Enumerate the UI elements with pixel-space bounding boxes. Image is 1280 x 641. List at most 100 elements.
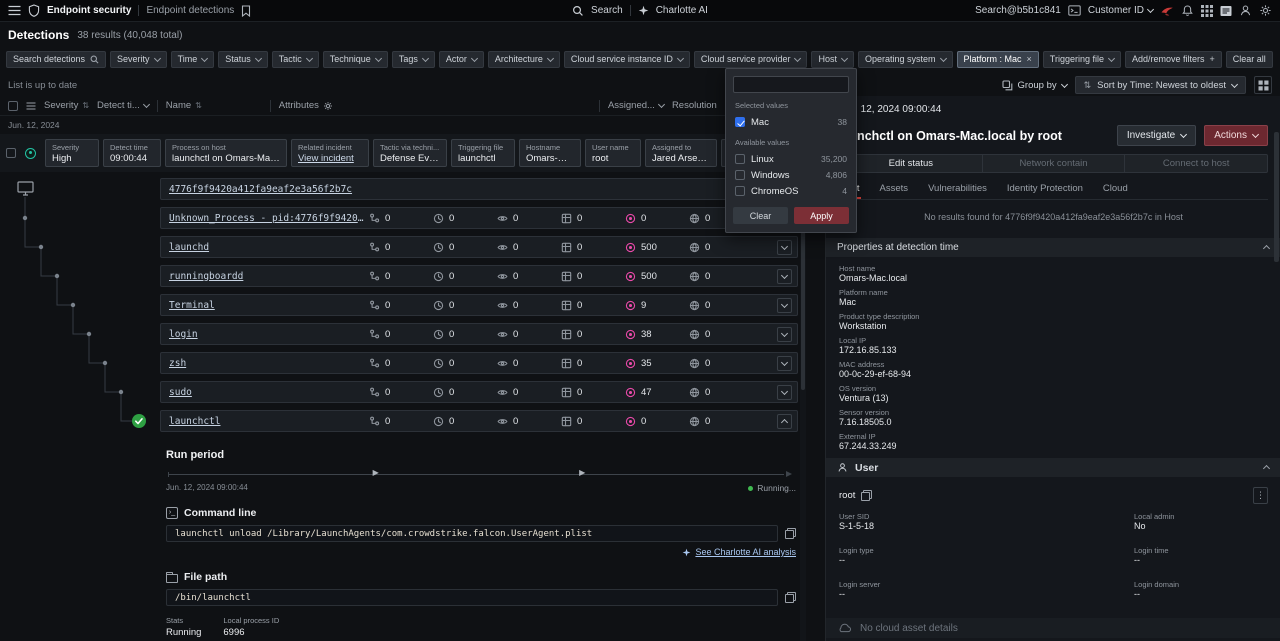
apps-grid-icon[interactable] [1201, 5, 1213, 17]
charlotte-ai-link[interactable]: Charlotte AI [656, 5, 708, 16]
process-row-sudo[interactable]: sudo0000470 [160, 381, 798, 403]
row-menu-icon[interactable] [26, 102, 36, 110]
group-by-control[interactable]: Group by [1002, 80, 1067, 91]
filter-pill-technique[interactable]: Technique [323, 51, 388, 68]
app-title[interactable]: Endpoint security [47, 5, 131, 16]
global-search-link[interactable]: Search [591, 5, 623, 16]
search-detections-filter[interactable]: Search detections [6, 51, 106, 68]
column-severity[interactable]: Severity⇅ [44, 100, 89, 111]
expand-row-button[interactable] [777, 269, 792, 284]
process-name-link[interactable]: login [169, 329, 369, 340]
summary-cell-detect-time[interactable]: Detect time09:00:44 [103, 139, 161, 167]
remove-filter-icon[interactable]: × [1027, 54, 1032, 64]
process-name-link[interactable]: Terminal [169, 300, 369, 311]
summary-cell-user-name[interactable]: User nameroot [585, 139, 641, 167]
select-all-checkbox[interactable] [8, 101, 18, 111]
copy-command-button[interactable] [785, 528, 796, 539]
option-checkbox[interactable] [735, 186, 745, 196]
user-menu-button[interactable]: ⋮ [1253, 487, 1268, 504]
run-period-timeline[interactable]: ▶ ▶ [166, 471, 792, 479]
filter-pill-tactic[interactable]: Tactic [272, 51, 319, 68]
process-row-unknown-process[interactable]: Unknown_Process - pid:4776f9f9420a412fa9… [160, 207, 798, 229]
summary-cell-related-incident[interactable]: Related incidentView incident [291, 139, 369, 167]
sort-control[interactable]: ⇅Sort by Time: Newest to oldest [1075, 76, 1246, 94]
investigate-button[interactable]: Investigate [1117, 125, 1196, 146]
summary-cell-assigned-to[interactable]: Assigned toJared Arsen... [645, 139, 717, 167]
filter-pill-tags[interactable]: Tags [392, 51, 435, 68]
release-notes-icon[interactable] [1220, 5, 1232, 17]
option-checkbox[interactable] [735, 154, 745, 164]
process-name-link[interactable]: Unknown_Process - pid:4776f9f9420a412fa9… [169, 213, 369, 224]
row-checkbox[interactable] [6, 148, 16, 158]
properties-section-header[interactable]: Properties at detection time [826, 238, 1280, 257]
summary-cell-tactic-via-techni[interactable]: Tactic via techni...Defense Eva... [373, 139, 447, 167]
tab-identity-protection[interactable]: Identity Protection [1006, 181, 1084, 199]
customer-id-menu[interactable]: Customer ID [1088, 5, 1153, 16]
console-icon[interactable] [1068, 5, 1081, 16]
action-edit-status[interactable]: Edit status [840, 155, 983, 172]
column-attributes[interactable]: Attributes [279, 100, 333, 111]
filter-pill-cloud-service-provider[interactable]: Cloud service provider [694, 51, 808, 68]
timeline-event-marker[interactable]: ▶ [579, 468, 585, 477]
expand-row-button[interactable] [777, 240, 792, 255]
expand-row-button[interactable] [777, 327, 792, 342]
bookmark-icon[interactable] [241, 5, 251, 17]
filter-pill-severity[interactable]: Severity [110, 51, 167, 68]
charlotte-analysis-link[interactable]: See Charlotte AI analysis [695, 547, 796, 557]
filter-pill-status[interactable]: Status [218, 51, 268, 68]
filter-pill-time[interactable]: Time [171, 51, 215, 68]
collapse-row-button[interactable] [777, 414, 792, 429]
summary-cell-hostname[interactable]: HostnameOmars-Macl... [519, 139, 581, 167]
detail-scrollbar-thumb[interactable] [1274, 132, 1279, 262]
tab-cloud[interactable]: Cloud [1102, 181, 1129, 199]
tab-vulnerabilities[interactable]: Vulnerabilities [927, 181, 988, 199]
expand-row-button[interactable] [777, 298, 792, 313]
falcon-logo-icon[interactable] [1160, 4, 1174, 18]
summary-cell-severity[interactable]: SeverityHigh [45, 139, 99, 167]
search-icon[interactable] [572, 5, 584, 17]
process-row-terminal[interactable]: Terminal000090 [160, 294, 798, 316]
process-name-link[interactable]: runningboardd [169, 271, 369, 282]
process-name-link[interactable]: sudo [169, 387, 369, 398]
clear-button[interactable]: Clear [733, 207, 788, 224]
filter-pill-triggering-file[interactable]: Triggering file [1043, 51, 1121, 68]
option-checkbox[interactable] [735, 170, 745, 180]
column-detect-time[interactable]: Detect ti... [97, 100, 149, 111]
option-checkbox[interactable] [735, 117, 745, 127]
tab-assets[interactable]: Assets [879, 181, 910, 199]
filter-pill-platform-mac-active[interactable]: Platform : Mac× [957, 51, 1039, 68]
platform-option-linux[interactable]: Linux35,200 [733, 151, 849, 167]
breadcrumb[interactable]: Endpoint detections [146, 5, 234, 16]
filter-pill-cloud-service-instance-id[interactable]: Cloud service instance ID [564, 51, 690, 68]
copy-user-button[interactable] [861, 490, 872, 501]
apply-button[interactable]: Apply [794, 207, 849, 224]
view-toggle-button[interactable] [1254, 76, 1272, 94]
summary-cell-process-on-host[interactable]: Process on hostlaunchctl on Omars-Mac.lo… [165, 139, 287, 167]
timeline-event-marker[interactable]: ▶ [373, 468, 379, 477]
user-section-header[interactable]: User [826, 458, 1280, 477]
dropdown-search-input[interactable] [733, 76, 849, 93]
platform-option-mac[interactable]: Mac38 [733, 114, 849, 130]
expand-row-button[interactable] [777, 356, 792, 371]
process-hash-link[interactable]: 4776f9f9420a412fa9eaf2e3a56f2b7c [169, 184, 792, 195]
view-incident-link[interactable]: View incident [298, 153, 362, 164]
column-resolution[interactable]: Resolution [672, 100, 717, 111]
process-row-runningboardd[interactable]: runningboardd00005000 [160, 265, 798, 287]
user-profile-icon[interactable] [1239, 4, 1252, 17]
add-remove-filters-button[interactable]: Add/remove filters+ [1125, 51, 1222, 68]
detection-summary-row[interactable]: SeverityHighDetect time09:00:44Process o… [0, 134, 794, 172]
process-row-launchd[interactable]: launchd00005000 [160, 236, 798, 258]
filter-pill-architecture[interactable]: Architecture [488, 51, 560, 68]
settings-gear-icon[interactable] [1259, 4, 1272, 17]
filter-pill-actor[interactable]: Actor [439, 51, 484, 68]
charlotte-ai-icon[interactable] [638, 5, 649, 16]
platform-option-chromeos[interactable]: ChromeOS4 [733, 183, 849, 199]
copy-file-path-button[interactable] [785, 592, 796, 603]
process-row-zsh[interactable]: zsh0000350 [160, 352, 798, 374]
process-row-hash[interactable]: 4776f9f9420a412fa9eaf2e3a56f2b7c [160, 178, 798, 200]
filter-pill-host[interactable]: Host [811, 51, 854, 68]
column-assigned[interactable]: Assigned... [608, 100, 664, 111]
process-row-login[interactable]: login0000380 [160, 323, 798, 345]
command-line-value[interactable]: launchctl unload /Library/LaunchAgents/c… [166, 525, 778, 542]
process-name-link[interactable]: launchctl [169, 416, 369, 427]
